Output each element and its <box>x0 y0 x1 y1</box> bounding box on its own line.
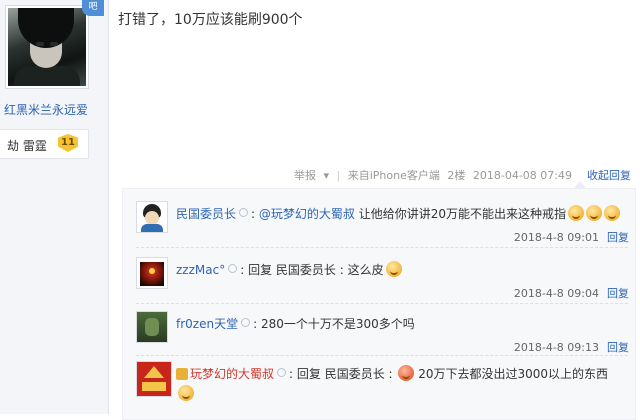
divider <box>136 303 628 304</box>
author-avatar[interactable] <box>5 5 89 89</box>
report-label: 举报 <box>293 169 316 182</box>
reply-line: 玩梦幻的大蜀叔: 回复 民国委员长 : 20万下去都没出过3000以上的东西 <box>176 365 608 382</box>
level-icon <box>239 208 249 217</box>
reply-text-2: 20万下去都没出过3000以上的东西 <box>418 367 609 381</box>
divider <box>136 355 628 356</box>
reply-avatar[interactable] <box>136 257 168 289</box>
reply-avatar[interactable] <box>136 201 168 233</box>
reply-username[interactable]: 民国委员长 <box>176 207 236 221</box>
reply-username[interactable]: zzzMac° <box>176 263 225 277</box>
meta-separator: | <box>336 169 341 182</box>
post-floor: 2楼 <box>447 169 466 182</box>
level-icon <box>228 264 238 273</box>
reply-username[interactable]: fr0zen天堂 <box>176 317 238 331</box>
laugh-emoji-icon <box>398 365 415 381</box>
smile-emoji-icon <box>568 205 584 221</box>
vip-icon <box>176 368 188 380</box>
reply-footer: 2018-4-8 09:13 回复 <box>514 339 629 355</box>
author-badge: 吧 <box>82 0 104 16</box>
emoji-row <box>176 385 194 401</box>
collapse-replies-button[interactable]: 收起回复 <box>587 167 631 183</box>
author-username[interactable]: 红黑米兰永远爱 <box>4 101 88 118</box>
reply-button[interactable]: 回复 <box>607 287 629 300</box>
reply-avatar[interactable] <box>136 361 172 397</box>
reply-colon: : <box>289 367 294 381</box>
reply-footer: 2018-4-8 09:01 回复 <box>514 229 629 245</box>
post-meta: 举报 ▾ | 来自iPhone客户端 2楼 2018-04-08 07:49 <box>290 167 572 183</box>
level-number: 11 <box>58 134 78 152</box>
reply-colon: : <box>240 263 245 277</box>
smile-emoji-icon <box>604 205 620 221</box>
reply-time: 2018-4-8 09:04 <box>513 287 599 300</box>
divider <box>136 247 628 248</box>
mention-link[interactable]: @玩梦幻的大蜀叔 <box>259 207 355 221</box>
reply-username[interactable]: 玩梦幻的大蜀叔 <box>190 367 274 381</box>
smile-emoji-icon <box>178 385 194 401</box>
reply-footer: 2018-4-8 09:04 回复 <box>514 285 629 301</box>
post-source: 来自iPhone客户端 <box>347 169 440 182</box>
reply-colon: : <box>251 207 256 221</box>
reply-colon: : <box>253 317 258 331</box>
post-timestamp: 2018-04-08 07:49 <box>472 169 572 182</box>
reply-line: fr0zen天堂: 280一个十万不是300多个吗 <box>176 315 415 332</box>
reply-text: 回复 民国委员长 : <box>296 367 393 381</box>
reply-text: 280一个十万不是300多个吗 <box>260 317 415 331</box>
reply-time: 2018-4-8 09:01 <box>513 231 599 244</box>
reply-time: 2018-4-8 09:13 <box>513 341 599 354</box>
post-content: 打错了，10万应该能刷900个 <box>118 12 303 28</box>
reply-box: 民国委员长: @玩梦幻的大蜀叔 让他给你讲讲20万能不能出来这种戒指 2018-… <box>122 181 636 420</box>
smile-emoji-icon <box>385 261 402 277</box>
level-icon <box>241 318 251 327</box>
reply-button[interactable]: 回复 <box>607 341 629 354</box>
level-badge[interactable]: 劫 雷霆 11 <box>0 129 89 159</box>
reply-avatar[interactable] <box>136 311 168 343</box>
report-link[interactable]: 举报 ▾ <box>290 169 329 182</box>
reply-text: 让他给你讲讲20万能不能出来这种戒指 <box>354 207 566 221</box>
chevron-down-icon: ▾ <box>323 169 330 182</box>
smile-emoji-icon <box>586 205 602 221</box>
reply-text: 回复 民国委员长 : 这么皮 <box>248 263 384 277</box>
reply-line: 民国委员长: @玩梦幻的大蜀叔 让他给你讲讲20万能不能出来这种戒指 <box>176 205 620 222</box>
reply-line: zzzMac°: 回复 民国委员长 : 这么皮 <box>176 261 402 278</box>
level-icon <box>277 368 287 377</box>
level-name: 劫 雷霆 <box>7 139 47 153</box>
author-sidebar: 吧 红黑米兰永远爱 劫 雷霆 11 <box>0 0 109 414</box>
avatar-image <box>8 8 86 86</box>
reply-button[interactable]: 回复 <box>607 231 629 244</box>
